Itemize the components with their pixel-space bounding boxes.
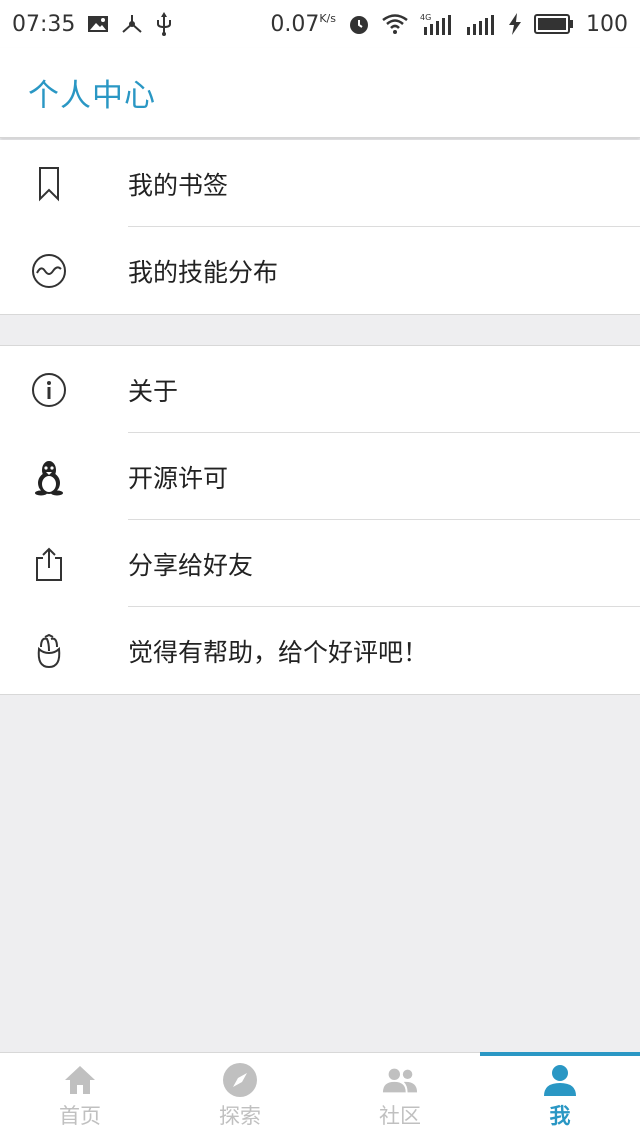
menu-item-share-to-friends[interactable]: 分享给好友 [0, 520, 640, 607]
battery-icon [534, 14, 574, 34]
share-icon [30, 545, 68, 583]
image-icon [87, 15, 109, 33]
compass-icon [222, 1062, 258, 1098]
menu-item-about[interactable]: 关于 [0, 346, 640, 433]
menu-item-label: 觉得有帮助，给个好评吧！ [128, 637, 429, 667]
menu-group-2: 关于 开源许可 分享给好友 觉得有帮助，给个好评吧！ [0, 345, 640, 695]
menu-item-open-source-license[interactable]: 开源许可 [0, 433, 640, 520]
status-bar: 07:35 0.07K/s 4G 100 [0, 0, 640, 48]
home-icon [62, 1062, 98, 1098]
bookmark-icon [30, 165, 68, 203]
community-icon [382, 1062, 418, 1098]
tab-me[interactable]: 我 [480, 1052, 640, 1138]
menu-item-skill-distribution[interactable]: 我的技能分布 [0, 227, 640, 314]
status-time: 07:35 [12, 11, 76, 37]
tab-label: 社区 [379, 1103, 421, 1128]
menu-item-rate-app[interactable]: 觉得有帮助，给个好评吧！ [0, 607, 640, 694]
page-title: 个人中心 [28, 78, 156, 114]
usb-hub-icon [121, 13, 143, 35]
alarm-icon [348, 13, 370, 35]
menu-item-label: 分享给好友 [128, 550, 254, 580]
usb-icon [155, 12, 173, 36]
menu-item-label: 开源许可 [128, 463, 229, 493]
tab-label: 首页 [59, 1103, 101, 1128]
wave-circle-icon [30, 252, 68, 290]
tab-home[interactable]: 首页 [0, 1053, 160, 1138]
signal-icon: 4G [420, 13, 454, 35]
battery-level: 100 [586, 11, 628, 37]
info-icon [30, 371, 68, 409]
charging-icon [508, 13, 522, 35]
wifi-icon [382, 14, 408, 34]
menu-group-1: 我的书签 我的技能分布 [0, 140, 640, 315]
tab-community[interactable]: 社区 [320, 1053, 480, 1138]
menu-item-label: 关于 [128, 376, 179, 406]
bottom-nav: 首页 探索 社区 我 [0, 1052, 640, 1138]
tab-label: 我 [549, 1103, 571, 1128]
linux-penguin-icon [30, 458, 68, 496]
person-icon [542, 1062, 578, 1098]
menu-item-bookmarks[interactable]: 我的书签 [0, 140, 640, 227]
tab-explore[interactable]: 探索 [160, 1053, 320, 1138]
signal-icon-2 [466, 13, 496, 35]
tab-label: 探索 [219, 1103, 261, 1128]
menu-item-label: 我的书签 [128, 170, 229, 200]
menu-item-label: 我的技能分布 [128, 257, 279, 287]
svg-text:4G: 4G [420, 13, 431, 22]
app-bar: 个人中心 [0, 48, 640, 138]
net-speed: 0.07K/s [270, 11, 336, 37]
flower-icon [30, 632, 68, 670]
